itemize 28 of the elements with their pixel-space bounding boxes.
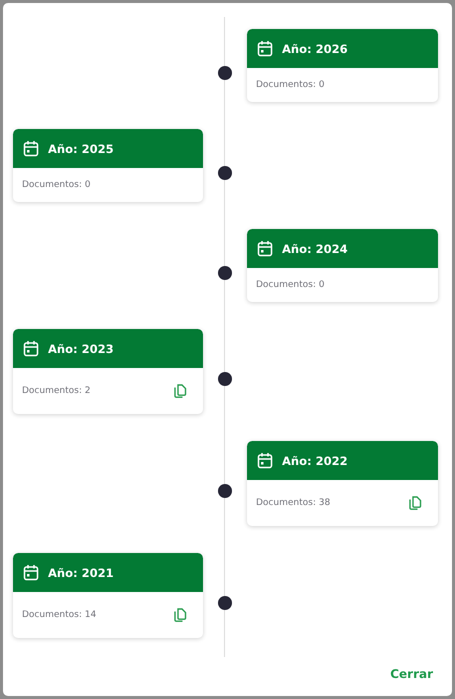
calendar-icon [23, 140, 39, 157]
copy-icon[interactable] [174, 608, 187, 622]
calendar-icon [257, 452, 273, 469]
document-count: Documentos: 38 [256, 498, 330, 508]
close-button[interactable]: Cerrar [388, 663, 435, 685]
calendar-icon [257, 240, 273, 257]
year-title: Año: 2023 [48, 342, 114, 356]
year-title: Año: 2026 [282, 42, 348, 56]
timeline-dot [218, 372, 232, 386]
year-title: Año: 2024 [282, 242, 348, 256]
copy-icon[interactable] [409, 496, 422, 510]
document-count: Documentos: 2 [22, 386, 90, 396]
year-title: Año: 2025 [48, 142, 114, 156]
timeline-dot [218, 66, 232, 80]
document-count: Documentos: 14 [22, 610, 96, 620]
calendar-icon [257, 40, 273, 57]
timeline-dot [218, 166, 232, 180]
document-count: Documentos: 0 [256, 280, 324, 290]
document-count: Documentos: 0 [22, 180, 90, 190]
document-count: Documentos: 0 [256, 80, 324, 90]
calendar-icon [23, 340, 39, 357]
calendar-icon [23, 564, 39, 581]
year-title: Año: 2022 [282, 454, 348, 468]
timeline-dot [218, 484, 232, 498]
timeline-dot [218, 596, 232, 610]
year-title: Año: 2021 [48, 566, 114, 580]
timeline-dot [218, 266, 232, 280]
copy-icon[interactable] [174, 384, 187, 398]
